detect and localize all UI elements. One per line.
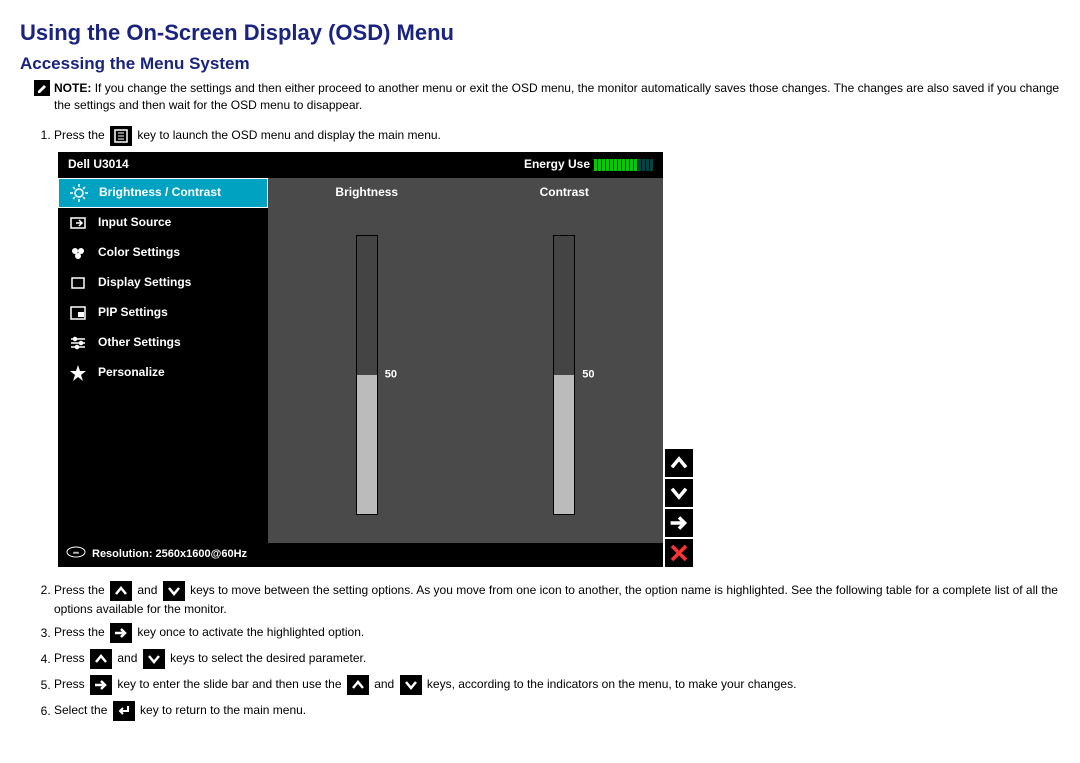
sun-icon [69, 183, 89, 203]
step-text: Press the [54, 128, 108, 142]
nav-input-source[interactable]: Input Source [58, 208, 268, 238]
step-text: key to return to the main menu. [140, 704, 306, 718]
svg-text:⎓: ⎓ [73, 550, 79, 557]
osd-panel: Dell U3014 Energy Use Brightness / Contr… [58, 152, 663, 567]
contrast-slider[interactable]: 50 [553, 235, 575, 515]
menu-key-icon [110, 126, 132, 146]
contrast-value: 50 [582, 367, 594, 382]
enter-key-icon [90, 675, 112, 695]
input-icon [68, 213, 88, 233]
section-title: Accessing the Menu System [20, 54, 1060, 74]
contrast-label: Contrast [540, 178, 589, 208]
step-text: Press [54, 678, 88, 692]
brightness-slider[interactable]: 50 [356, 235, 378, 515]
step-5: Press key to enter the slide bar and the… [54, 675, 1060, 695]
note-icon [34, 80, 50, 96]
note: NOTE: If you change the settings and the… [34, 80, 1060, 114]
down-key-icon [143, 649, 165, 669]
step-2: Press the and keys to move between the s… [54, 581, 1060, 618]
back-key-icon [113, 701, 135, 721]
step-text: and [117, 652, 140, 666]
step-text: key to enter the slide bar and then use … [117, 678, 344, 692]
brightness-value: 50 [385, 367, 397, 382]
palette-icon [68, 243, 88, 263]
osd-up-button[interactable] [665, 449, 693, 477]
energy-use: Energy Use [524, 156, 653, 173]
star-icon [68, 363, 88, 383]
up-key-icon [110, 581, 132, 601]
pip-icon [68, 303, 88, 323]
osd-down-button[interactable] [665, 479, 693, 507]
step-text: keys, according to the indicators on the… [427, 678, 797, 692]
step-text: Select the [54, 704, 111, 718]
nav-label: PIP Settings [98, 304, 168, 321]
step-text: Press the [54, 583, 108, 597]
nav-label: Personalize [98, 364, 165, 381]
note-text: NOTE: If you change the settings and the… [54, 80, 1060, 114]
down-key-icon [163, 581, 185, 601]
nav-label: Display Settings [98, 274, 191, 291]
osd-exit-button[interactable] [665, 539, 693, 567]
osd-enter-button[interactable] [665, 509, 693, 537]
steps-list: Press the key to launch the OSD menu and… [54, 126, 1060, 722]
brightness-column: Brightness 50 [268, 178, 466, 543]
enter-key-icon [110, 623, 132, 643]
signal-icon: ⎓ [66, 546, 86, 563]
step-text: keys to select the desired parameter. [170, 652, 366, 666]
step-3: Press the key once to activate the highl… [54, 623, 1060, 643]
nav-display-settings[interactable]: Display Settings [58, 268, 268, 298]
sliders-icon [68, 333, 88, 353]
osd-screenshot: Dell U3014 Energy Use Brightness / Contr… [58, 152, 1060, 567]
contrast-column: Contrast 50 [466, 178, 664, 543]
step-text: key once to activate the highlighted opt… [137, 626, 364, 640]
osd-nav: Brightness / Contrast Input Source Color… [58, 178, 268, 543]
energy-bars [594, 159, 653, 171]
step-text: Press [54, 652, 88, 666]
up-key-icon [347, 675, 369, 695]
nav-personalize[interactable]: Personalize [58, 358, 268, 388]
nav-color-settings[interactable]: Color Settings [58, 238, 268, 268]
down-key-icon [400, 675, 422, 695]
osd-footer: ⎓ Resolution: 2560x1600@60Hz [58, 543, 663, 567]
step-1: Press the key to launch the OSD menu and… [54, 126, 1060, 567]
energy-label: Energy Use [524, 156, 590, 173]
up-key-icon [90, 649, 112, 669]
step-4: Press and keys to select the desired par… [54, 649, 1060, 669]
step-text: Press the [54, 626, 108, 640]
osd-model: Dell U3014 [68, 156, 129, 173]
nav-label: Brightness / Contrast [99, 184, 221, 201]
osd-content: Brightness 50 Contrast [268, 178, 663, 543]
display-icon [68, 273, 88, 293]
osd-header: Dell U3014 Energy Use [58, 152, 663, 178]
step-6: Select the key to return to the main men… [54, 701, 1060, 721]
osd-side-buttons [665, 152, 695, 567]
nav-other-settings[interactable]: Other Settings [58, 328, 268, 358]
note-label: NOTE: [54, 81, 91, 95]
resolution-text: Resolution: 2560x1600@60Hz [92, 547, 247, 562]
step-text: key to launch the OSD menu and display t… [137, 128, 441, 142]
nav-label: Other Settings [98, 334, 181, 351]
step-text: and [374, 678, 397, 692]
nav-brightness-contrast[interactable]: Brightness / Contrast [58, 178, 268, 208]
brightness-label: Brightness [335, 178, 398, 208]
step-text: and [137, 583, 160, 597]
step-text: keys to move between the setting options… [54, 583, 1058, 616]
nav-pip-settings[interactable]: PIP Settings [58, 298, 268, 328]
nav-label: Color Settings [98, 244, 180, 261]
nav-label: Input Source [98, 214, 171, 231]
note-body: If you change the settings and then eith… [54, 81, 1059, 112]
page-title: Using the On-Screen Display (OSD) Menu [20, 20, 1060, 46]
